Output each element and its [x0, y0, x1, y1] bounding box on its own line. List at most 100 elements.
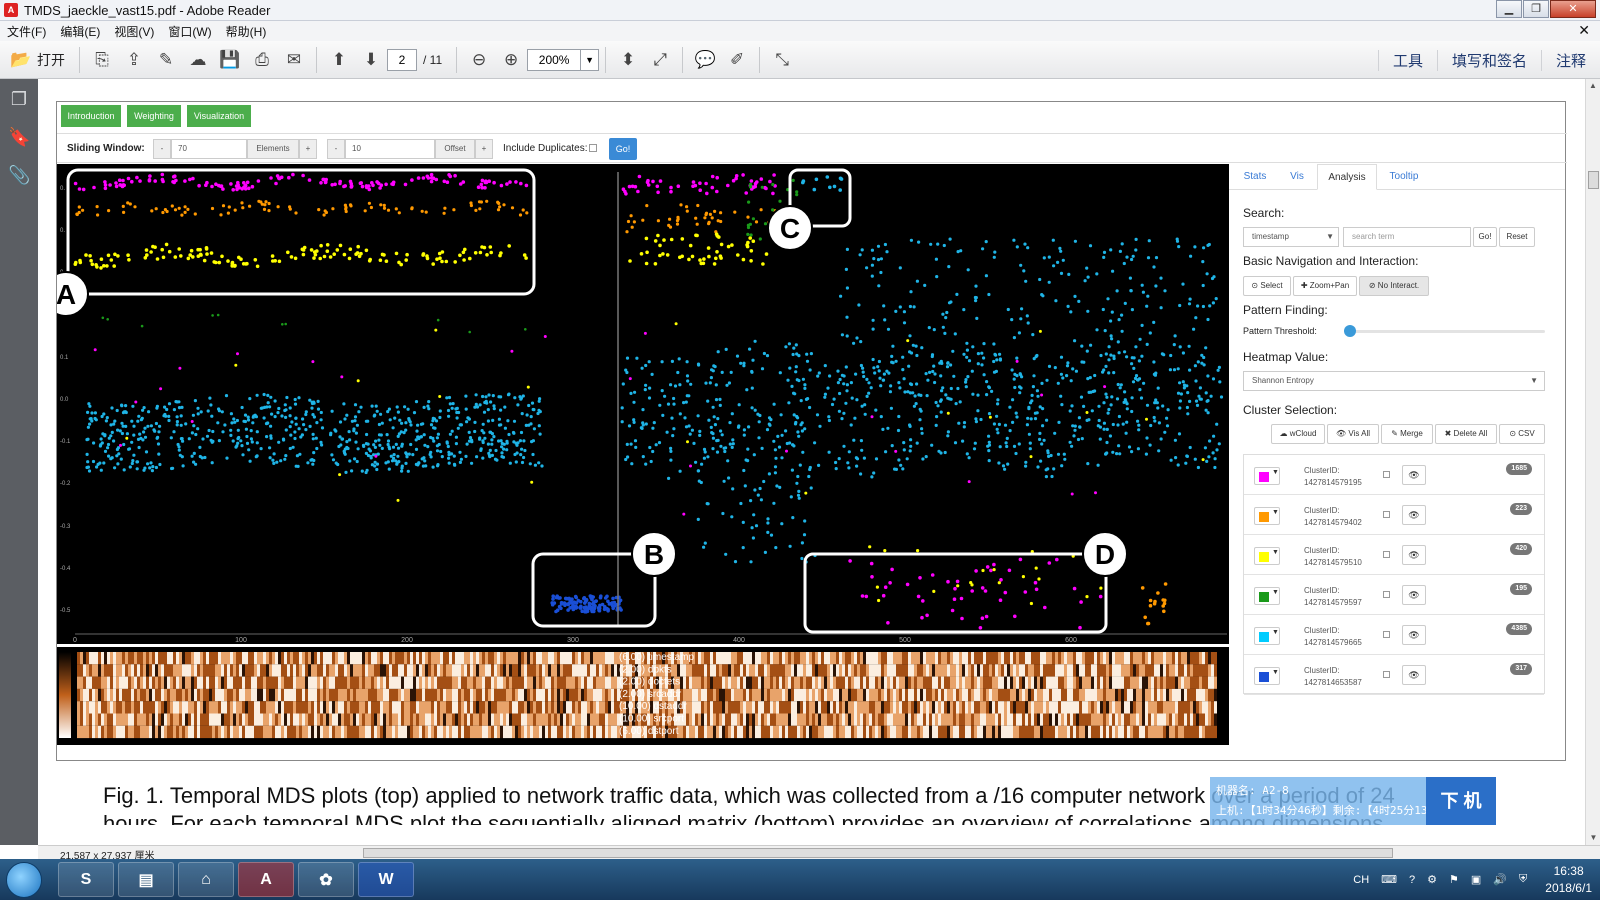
chevron-down-icon[interactable]: ▼ — [580, 49, 598, 70]
heatmap-cell — [770, 676, 773, 689]
tab-introduction[interactable]: Introduction — [61, 105, 121, 127]
heatmap-cell — [980, 713, 983, 726]
scatter-point — [883, 242, 888, 247]
menu-edit[interactable]: 编辑(E) — [53, 23, 107, 40]
close-window-button[interactable]: ✕ — [1550, 0, 1596, 18]
heatmap-cell — [506, 676, 509, 689]
heatmap-cell — [416, 713, 419, 726]
fit-page-icon[interactable]: ⬍ — [615, 47, 641, 73]
heatmap-cell — [278, 713, 281, 726]
comment-icon[interactable]: 💬 — [692, 47, 718, 73]
scatter-point — [319, 418, 323, 422]
scatter-point — [1156, 406, 1160, 410]
comment-tab[interactable]: 注释 — [1540, 49, 1600, 71]
folder-open-icon[interactable]: 📂 — [8, 47, 34, 73]
heatmap-cell — [1151, 664, 1154, 677]
heatmap-cell — [461, 676, 464, 689]
heatmap-cell — [1088, 664, 1091, 677]
full-screen-icon[interactable]: ⤡ — [769, 47, 795, 73]
scatter-point — [1070, 404, 1074, 408]
elements-increment-button[interactable]: + — [299, 139, 317, 159]
heatmap-cell — [338, 664, 341, 677]
heatmap-cell — [233, 652, 236, 665]
edit-icon[interactable]: ✎ — [153, 47, 179, 73]
highlight-icon[interactable]: ✐ — [724, 47, 750, 73]
heatmap-cell — [1127, 701, 1130, 714]
heatmap-cell — [1022, 688, 1025, 702]
create-pdf-icon[interactable]: ⎘ — [89, 47, 115, 73]
document-view[interactable]: Introduction Weighting Visualization Sli… — [38, 79, 1585, 845]
scatter-point — [272, 461, 276, 465]
heatmap-cell — [1154, 688, 1157, 702]
elements-decrement-button[interactable]: - — [153, 139, 171, 159]
upload-icon[interactable]: ☁ — [185, 47, 211, 73]
heatmap-cell — [1082, 713, 1085, 726]
include-duplicates-checkbox[interactable] — [589, 144, 597, 152]
scatter-point — [1140, 323, 1144, 327]
heatmap-cell — [926, 701, 929, 714]
heatmap-cell — [368, 688, 371, 702]
scatter-point — [773, 465, 778, 469]
offset-input[interactable]: 10 — [345, 139, 435, 159]
heatmap-cell — [404, 688, 407, 702]
scatter-point — [1162, 601, 1167, 606]
minimize-button[interactable]: ▁ — [1496, 0, 1522, 18]
page-number-input[interactable]: 2 — [387, 48, 417, 71]
scatter-point — [1038, 405, 1042, 409]
heatmap-cell — [131, 676, 134, 689]
heatmap-cell — [725, 701, 728, 714]
go-button[interactable]: Go! — [609, 138, 637, 160]
zoom-out-icon[interactable]: ⊖ — [466, 47, 492, 73]
page-up-icon[interactable]: ⬆ — [326, 47, 352, 73]
scatter-point — [122, 210, 126, 214]
scatter-point — [249, 429, 253, 433]
attachment-icon[interactable]: 📎 — [8, 165, 30, 187]
menu-help[interactable]: 帮助(H) — [219, 23, 274, 40]
zoom-in-icon[interactable]: ⊕ — [498, 47, 524, 73]
heatmap-cell — [413, 676, 416, 689]
page-down-icon[interactable]: ⬇ — [358, 47, 384, 73]
tab-weighting[interactable]: Weighting — [127, 105, 181, 127]
heatmap-cell — [143, 701, 146, 714]
heatmap-cell — [1064, 652, 1067, 665]
heatmap-cell — [989, 676, 992, 689]
save-icon[interactable]: 💾 — [217, 47, 243, 73]
heatmap-cell — [1151, 676, 1154, 689]
close-document-icon[interactable]: ✕ — [1578, 22, 1590, 39]
scatter-point — [485, 401, 489, 405]
maximize-button[interactable]: ❐ — [1523, 0, 1549, 18]
bookmark-icon[interactable]: 🔖 — [8, 127, 30, 149]
scatter-point — [525, 413, 529, 417]
offset-decrement-button[interactable]: - — [327, 139, 345, 159]
heatmap-cell — [95, 676, 98, 689]
heatmap-cell — [209, 688, 212, 702]
tools-tab[interactable]: 工具 — [1377, 49, 1437, 71]
heatmap-cell — [851, 652, 854, 665]
heatmap-cell — [1049, 676, 1052, 689]
heatmap-cell — [1118, 652, 1121, 665]
email-icon[interactable]: ✉ — [281, 47, 307, 73]
menu-window[interactable]: 窗口(W) — [161, 23, 218, 40]
offset-increment-button[interactable]: + — [475, 139, 493, 159]
heatmap-cell — [941, 713, 944, 726]
heatmap-cell — [377, 701, 380, 714]
menu-view[interactable]: 视图(V) — [107, 23, 161, 40]
fill-sign-tab[interactable]: 填写和签名 — [1436, 49, 1541, 71]
scatter-point — [382, 203, 386, 207]
scatter-point — [1011, 398, 1015, 402]
elements-input[interactable]: 70 — [171, 139, 247, 159]
tab-visualization[interactable]: Visualization — [187, 105, 251, 127]
export-pdf-icon[interactable]: ⇪ — [121, 47, 147, 73]
scatter-point — [172, 408, 176, 412]
print-icon[interactable]: ⎙ — [249, 47, 275, 73]
pages-icon[interactable]: ❐ — [8, 89, 30, 111]
heatmap-cell — [1202, 652, 1205, 665]
fit-width-icon[interactable]: ⤢ — [647, 47, 673, 73]
zoom-select[interactable]: 200% ▼ — [527, 48, 600, 71]
scatter-point — [1078, 625, 1082, 630]
open-button-label[interactable]: 打开 — [37, 50, 65, 70]
mds-scatter-plot[interactable]: 0100200300400500600 0.0.0.0.10.0-0.1-0.2… — [57, 164, 1229, 644]
scatter-point — [870, 263, 875, 267]
heatmap-cell — [176, 664, 179, 677]
menu-file[interactable]: 文件(F) — [0, 23, 53, 40]
